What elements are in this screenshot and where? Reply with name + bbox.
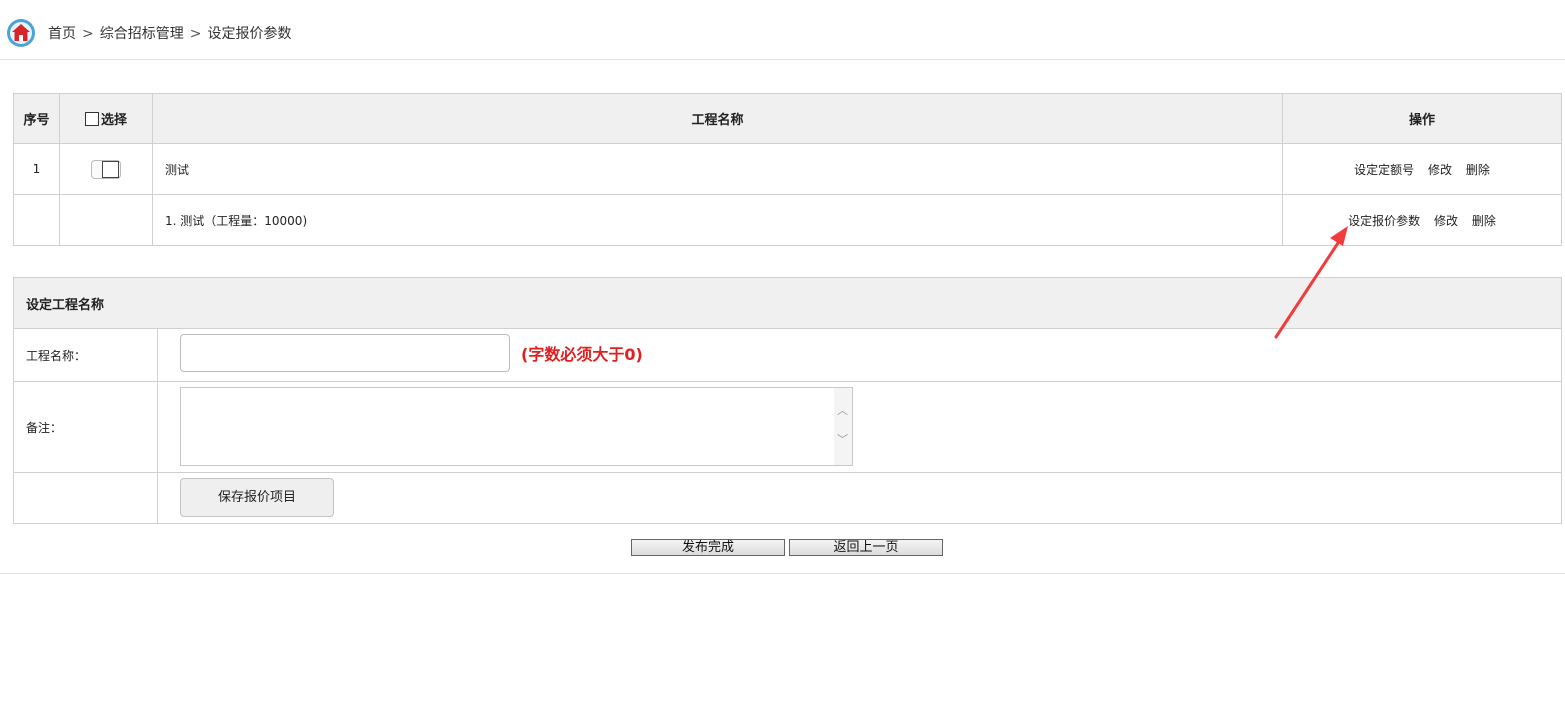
row-select-checkbox[interactable]	[91, 159, 121, 179]
breadcrumb-separator: >	[82, 26, 94, 42]
breadcrumb-current: 设定报价参数	[207, 26, 292, 42]
form-title: 设定工程名称	[12, 277, 1563, 329]
edit-link[interactable]: 修改	[1428, 163, 1452, 177]
table-row: 1. 测试（工程量：10000) 设定报价参数 修改 删除	[13, 194, 1562, 246]
remark-label: 备注：	[13, 381, 158, 473]
project-name-input[interactable]	[180, 334, 510, 372]
delete-link[interactable]: 删除	[1466, 163, 1490, 177]
row-select-cell	[59, 143, 153, 195]
row-select-cell	[59, 194, 153, 246]
header-bar: 首页 > 综合招标管理 > 设定报价参数	[0, 0, 1565, 60]
scroll-down-icon[interactable]: ﹀	[837, 434, 848, 445]
project-table: 序号 选择 工程名称 操作 1 测试 设定定额号 修改 删除 1. 测试（工程量…	[13, 93, 1562, 246]
row-actions: 设定定额号 修改 删除	[1282, 143, 1562, 195]
save-quote-item-button[interactable]: 保存报价项目	[180, 478, 334, 517]
empty-label-cell	[13, 472, 158, 524]
row-actions: 设定报价参数 修改 删除	[1282, 194, 1562, 246]
breadcrumb: 首页 > 综合招标管理 > 设定报价参数	[48, 23, 291, 43]
scroll-up-icon[interactable]: ︿	[837, 405, 848, 416]
column-header-select: 选择	[59, 93, 153, 144]
save-cell	[156, 472, 1563, 524]
row-project-name: 测试	[152, 143, 1283, 195]
table-header-row: 序号 选择 工程名称 操作	[13, 93, 1562, 144]
breadcrumb-separator: >	[189, 26, 202, 42]
column-header-name: 工程名称	[152, 93, 1283, 144]
page: 首页 > 综合招标管理 > 设定报价参数 序号 选择 工程名称 操作 1 测试 设定定额…	[0, 0, 1565, 709]
breadcrumb-section[interactable]: 综合招标管理	[100, 26, 184, 42]
column-header-index: 序号	[13, 93, 60, 144]
breadcrumb-home[interactable]: 首页	[48, 26, 76, 42]
edit-link[interactable]: 修改	[1434, 214, 1458, 228]
row-index	[13, 194, 60, 246]
publish-complete-button[interactable]: 发布完成	[631, 539, 785, 556]
form-title-row: 设定工程名称	[12, 277, 1563, 329]
checkbox-box	[102, 160, 119, 178]
column-header-actions: 操作	[1282, 93, 1562, 144]
row-sub-item-name: 1. 测试（工程量：10000)	[152, 194, 1283, 246]
home-icon[interactable]	[6, 18, 36, 48]
table-row: 1 测试 设定定额号 修改 删除	[13, 143, 1562, 195]
project-name-hint: (字数必须大于0)	[521, 345, 643, 364]
project-name-label: 工程名称：	[13, 328, 158, 382]
row-index: 1	[13, 143, 60, 195]
back-button[interactable]: 返回上一页	[789, 539, 943, 556]
set-quote-params-link[interactable]: 设定报价参数	[1348, 214, 1420, 228]
textarea-scrollbar[interactable]: ︿ ﹀	[834, 388, 852, 465]
remark-textarea[interactable]: ︿ ﹀	[180, 387, 853, 466]
select-all-label: 选择	[100, 113, 127, 128]
set-quota-number-link[interactable]: 设定定额号	[1354, 163, 1414, 177]
delete-link[interactable]: 删除	[1472, 214, 1496, 228]
select-all-checkbox[interactable]	[84, 112, 99, 126]
footer-divider	[0, 573, 1565, 574]
